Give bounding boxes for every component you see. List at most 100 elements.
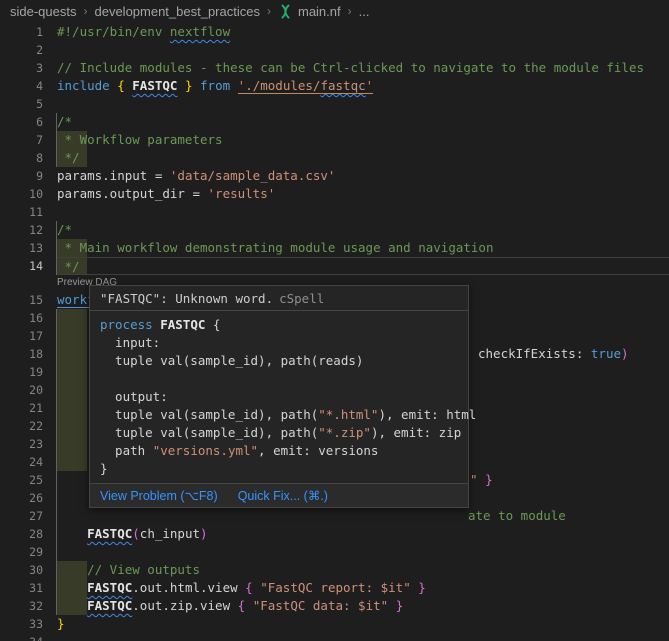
code-token: // View outputs (57, 562, 200, 577)
code-token: tuple val(sample_id), path( (100, 407, 318, 422)
code-line-28[interactable]: FASTQC(ch_input) (57, 525, 669, 543)
hover-popup: "FASTQC": Unknown word.cSpell process FA… (89, 285, 469, 508)
code-line-6[interactable]: /* (57, 113, 669, 131)
code-token (230, 78, 238, 93)
hover-code-line: input: (100, 334, 458, 352)
line-number: 19 (0, 363, 43, 381)
code-token: from (200, 78, 230, 93)
code-token: , emit: versions (258, 443, 378, 458)
code-token: } (57, 616, 65, 631)
code-token (388, 598, 396, 613)
code-line-34[interactable] (57, 633, 669, 641)
code-line-29[interactable] (57, 543, 669, 561)
code-token: "*.html" (318, 407, 378, 422)
breadcrumb-item-main-nf[interactable]: main.nf (298, 4, 341, 19)
code-token: } (185, 78, 193, 93)
breadcrumb-item-side-quests[interactable]: side-quests (10, 4, 76, 19)
code-token: .out.zip.view (132, 598, 237, 613)
code-line-3[interactable]: // Include modules - these can be Ctrl-c… (57, 59, 669, 77)
nextflow-icon (278, 4, 293, 19)
code-token: FASTQC (160, 317, 205, 332)
line-number: 9 (0, 167, 43, 185)
line-number: 22 (0, 417, 43, 435)
hover-code-line: process FASTQC { (100, 316, 458, 334)
code-token: // Include modules - these can be Ctrl-c… (57, 60, 644, 75)
line-number: 13 (0, 239, 43, 257)
line-number: 12 (0, 221, 43, 239)
code-line-31[interactable]: FASTQC.out.html.view { "FastQC report: $… (57, 579, 669, 597)
code-token: output: (100, 389, 168, 404)
code-line-11[interactable] (57, 203, 669, 221)
problem-source: cSpell (279, 291, 324, 306)
code-token (193, 78, 201, 93)
code-token: process (100, 317, 153, 332)
hover-code-line: } (100, 460, 458, 478)
line-number: 7 (0, 131, 43, 149)
line-number: 29 (0, 543, 43, 561)
code-token: "versions.yml" (153, 443, 258, 458)
code-line-33[interactable]: } (57, 615, 669, 633)
code-token: tuple val(sample_id), path(reads) (100, 353, 363, 368)
hover-code-line: tuple val(sample_id), path(reads) (100, 352, 458, 370)
code-line-10[interactable]: params.output_dir = 'results' (57, 185, 669, 203)
code-token: * Workflow parameters (57, 132, 223, 147)
code-line-1[interactable]: #!/usr/bin/env nextflow (57, 23, 669, 41)
code-token (478, 472, 486, 487)
hover-code-block: process FASTQC { input: tuple val(sample… (90, 311, 468, 483)
code-token: " (470, 472, 478, 487)
line-number: 4 (0, 77, 43, 95)
code-line-13[interactable]: * Main workflow demonstrating module usa… (57, 239, 669, 257)
code-line-2[interactable] (57, 41, 669, 59)
code-line-12[interactable]: /* (57, 221, 669, 239)
breadcrumb-item-symbol-ellipsis[interactable]: ... (359, 4, 370, 19)
code-line-27[interactable] (57, 507, 669, 525)
code-line-30[interactable]: // View outputs (57, 561, 669, 579)
code-line-4[interactable]: include { FASTQC } from './modules/fastq… (57, 77, 669, 95)
code-line-32[interactable]: FASTQC.out.zip.view { "FastQC data: $it"… (57, 597, 669, 615)
code-token: params.input = (57, 168, 170, 183)
code-token: { (117, 78, 125, 93)
code-token (245, 598, 253, 613)
breadcrumb-item-development-best-practices[interactable]: development_best_practices (94, 4, 260, 19)
code-token: './modules/ (238, 78, 321, 94)
line-number: 10 (0, 185, 43, 203)
line-number: 11 (0, 203, 43, 221)
code-token: { (205, 317, 220, 332)
code-token: * Main workflow demonstrating module usa… (57, 240, 494, 255)
code-token: } (485, 472, 493, 487)
code-fragment[interactable]: ate to module (468, 507, 566, 525)
hover-code-line: tuple val(sample_id), path("*.html"), em… (100, 406, 458, 424)
code-line-7[interactable]: * Workflow parameters (57, 131, 669, 149)
code-token: input: (100, 335, 160, 350)
code-fragment[interactable]: " } (470, 471, 493, 489)
line-number: 24 (0, 453, 43, 471)
code-token: checkIfExists: (478, 346, 591, 361)
code-line-14[interactable]: */ (57, 257, 669, 275)
code-token: path (100, 443, 153, 458)
line-number: 6 (0, 113, 43, 131)
code-token: ( (132, 526, 140, 541)
line-number: 16 (0, 309, 43, 327)
line-number: 18 (0, 345, 43, 363)
breadcrumb-separator: › (267, 4, 271, 18)
hover-action-quick-fix[interactable]: Quick Fix... (⌘.) (238, 488, 328, 503)
line-number: 25 (0, 471, 43, 489)
code-fragment[interactable]: checkIfExists: true) (478, 345, 629, 363)
hover-code-line: output: (100, 388, 458, 406)
code-token: "FastQC data: $it" (253, 598, 388, 613)
line-number: 32 (0, 597, 43, 615)
line-number: 27 (0, 507, 43, 525)
vscode-editor-window: side-quests › development_best_practices… (0, 0, 669, 641)
code-line-5[interactable] (57, 95, 669, 113)
code-line-9[interactable]: params.input = 'data/sample_data.csv' (57, 167, 669, 185)
breadcrumb-separator: › (348, 4, 352, 18)
code-token: true (591, 346, 621, 361)
line-number: 15 (0, 291, 43, 309)
code-line-8[interactable]: */ (57, 149, 669, 167)
hover-action-view-problem[interactable]: View Problem (⌥F8) (100, 488, 218, 503)
line-number: 28 (0, 525, 43, 543)
code-token: .out.html.view (132, 580, 245, 595)
code-token: "FastQC report: $it" (260, 580, 411, 595)
code-token: FASTQC (87, 526, 132, 541)
line-number: 8 (0, 149, 43, 167)
